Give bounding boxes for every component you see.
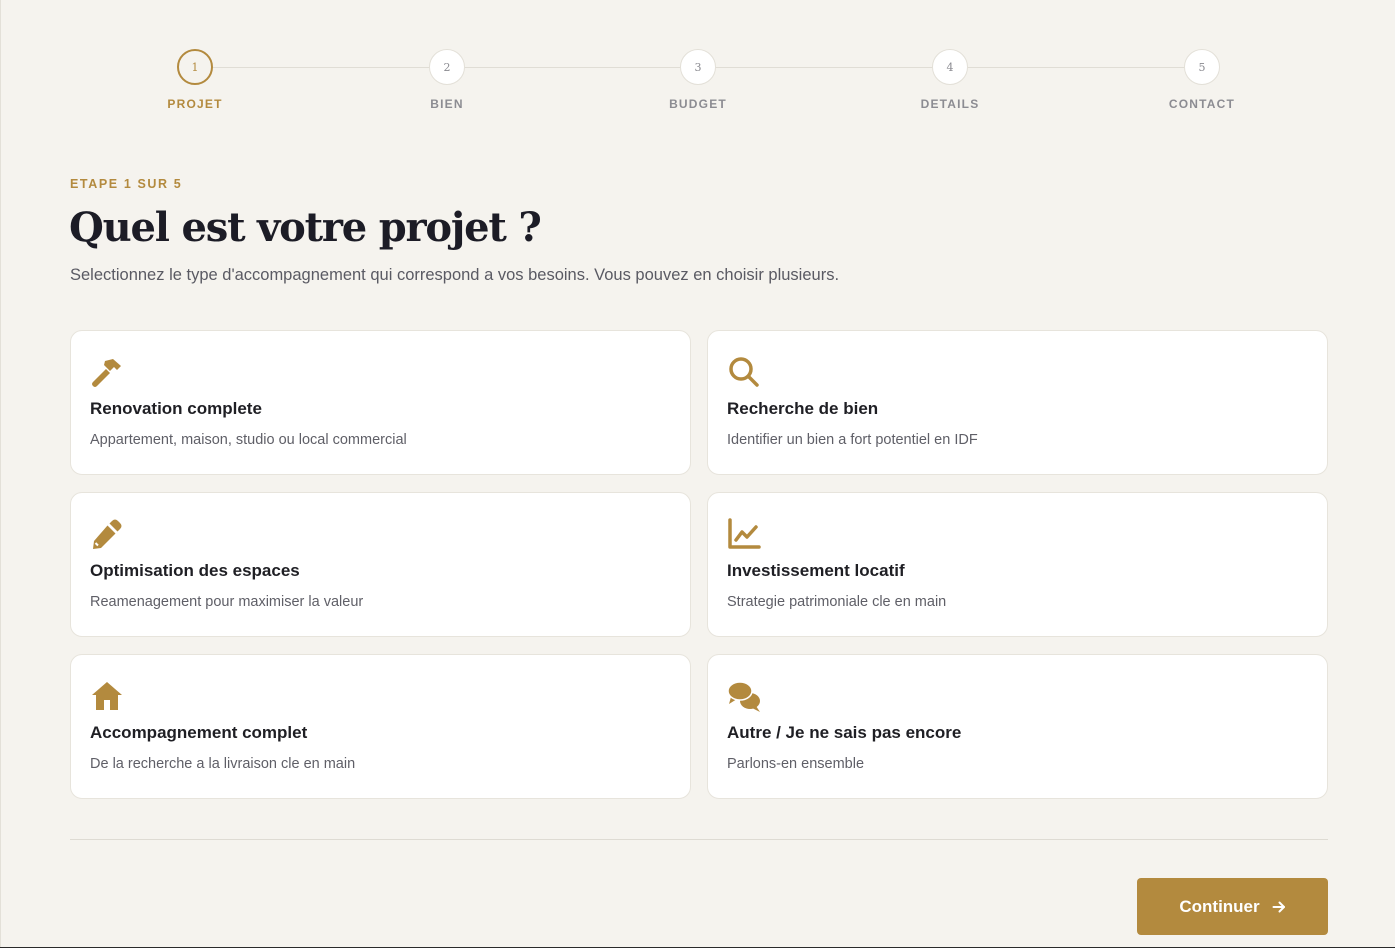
step-number-circle: 2 (429, 49, 465, 85)
option-card-optimisation[interactable]: Optimisation des espaces Reamenagement p… (70, 492, 691, 637)
step-budget[interactable]: 3 BUDGET (638, 49, 758, 111)
option-description: Reamenagement pour maximiser la valeur (90, 594, 364, 610)
page-title: Quel est votre projet ? (69, 204, 542, 251)
step-contact[interactable]: 5 CONTACT (1142, 49, 1262, 111)
step-number-circle: 1 (177, 49, 213, 85)
option-title: Autre / Je ne sais pas encore (727, 723, 962, 742)
option-title: Accompagnement complet (90, 723, 308, 742)
page-subtitle: Selectionnez le type d'accompagnement qu… (70, 266, 840, 284)
continue-button-label: Continuer (1179, 896, 1260, 916)
step-label: PROJET (167, 97, 223, 111)
step-details[interactable]: 4 DETAILS (890, 49, 1010, 111)
step-projet[interactable]: 1 PROJET (135, 49, 255, 111)
arrow-right-icon (1272, 901, 1285, 912)
option-description: Appartement, maison, studio ou local com… (90, 432, 407, 448)
continue-button[interactable]: Continuer (1137, 878, 1328, 935)
hammer-icon (90, 355, 124, 389)
step-label: DETAILS (920, 97, 980, 111)
option-card-investissement[interactable]: Investissement locatif Strategie patrimo… (707, 492, 1328, 637)
footer-divider (70, 839, 1328, 840)
step-bien[interactable]: 2 BIEN (387, 49, 507, 111)
chat-bubbles-icon (727, 679, 761, 713)
step-label: BIEN (430, 97, 464, 111)
page-left-edge (0, 0, 1, 948)
chart-line-icon (727, 517, 761, 551)
option-title: Recherche de bien (727, 399, 879, 418)
option-card-accompagnement[interactable]: Accompagnement complet De la recherche a… (70, 654, 691, 799)
option-title: Optimisation des espaces (90, 561, 300, 580)
step-label: BUDGET (669, 97, 727, 111)
progress-stepper: 1 PROJET 2 BIEN 3 BUDGET 4 DETAILS 5 CON… (0, 49, 1395, 119)
option-card-recherche[interactable]: Recherche de bien Identifier un bien a f… (707, 330, 1328, 475)
house-icon (90, 679, 124, 713)
step-counter: ETAPE 1 SUR 5 (70, 177, 183, 191)
step-number-circle: 5 (1184, 49, 1220, 85)
option-description: Strategie patrimoniale cle en main (727, 594, 947, 610)
step-number-circle: 3 (680, 49, 716, 85)
option-description: Parlons-en ensemble (727, 756, 865, 772)
option-description: De la recherche a la livraison cle en ma… (90, 756, 356, 772)
option-title: Renovation complete (90, 399, 262, 418)
step-label: CONTACT (1168, 97, 1236, 111)
option-card-autre[interactable]: Autre / Je ne sais pas encore Parlons-en… (707, 654, 1328, 799)
step-number-circle: 4 (932, 49, 968, 85)
search-icon (727, 355, 761, 389)
option-card-renovation[interactable]: Renovation complete Appartement, maison,… (70, 330, 691, 475)
option-description: Identifier un bien a fort potentiel en I… (727, 432, 978, 448)
option-title: Investissement locatif (727, 561, 905, 580)
pencil-icon (90, 517, 124, 551)
